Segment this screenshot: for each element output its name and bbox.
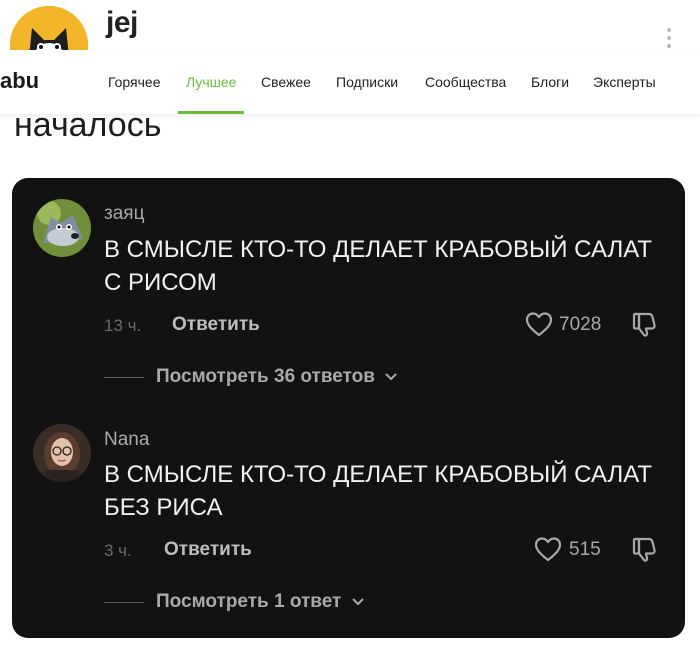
comment-time: 13 ч. xyxy=(104,316,142,335)
view-replies-label: Посмотреть 36 ответов xyxy=(156,366,375,387)
comment-author[interactable]: Nana xyxy=(104,429,149,451)
active-tab-indicator xyxy=(178,111,244,114)
chevron-down-icon xyxy=(385,373,397,381)
tab-hot[interactable]: Горячее xyxy=(108,74,161,90)
view-replies-label: Посмотреть 1 ответ xyxy=(156,591,342,612)
tab-experts[interactable]: Эксперты xyxy=(593,74,656,90)
tab-blogs[interactable]: Блоги xyxy=(531,74,569,90)
reply-button[interactable]: Ответить xyxy=(164,539,252,561)
chevron-down-icon xyxy=(351,598,364,606)
tab-fresh[interactable]: Свежее xyxy=(261,74,311,90)
comment-text: В СМЫСЛЕ КТО-ТО ДЕЛАЕТ КРАБОВЫЙ САЛАТ БЕ… xyxy=(104,461,653,521)
top-navigation: abu Горячее Лучшее Свежее Подписки Сообщ… xyxy=(0,50,700,114)
reply-button[interactable]: Ответить xyxy=(172,314,260,336)
heart-icon[interactable] xyxy=(534,536,562,562)
divider-line xyxy=(104,377,144,378)
comment-author[interactable]: заяц xyxy=(104,203,144,225)
dislike-icon[interactable] xyxy=(631,310,659,338)
comment-time: 3 ч. xyxy=(104,541,132,560)
like-count: 515 xyxy=(569,539,601,560)
view-replies-button[interactable]: Посмотреть 1 ответ xyxy=(156,591,365,613)
tab-best[interactable]: Лучшее xyxy=(186,74,236,90)
author-name[interactable]: jej xyxy=(106,6,138,40)
tab-communities[interactable]: Сообщества xyxy=(425,74,506,90)
comment-text: В СМЫСЛЕ КТО-ТО ДЕЛАЕТ КРАБОВЫЙ САЛАТ С … xyxy=(104,236,653,296)
heart-icon[interactable] xyxy=(525,311,553,337)
comment-avatar-nana xyxy=(33,424,91,482)
wolf-avatar-icon xyxy=(33,199,91,257)
dislike-icon[interactable] xyxy=(631,535,659,563)
tab-subscriptions[interactable]: Подписки xyxy=(336,74,398,90)
comments-screenshot: заяц В СМЫСЛЕ КТО-ТО ДЕЛАЕТ КРАБОВЫЙ САЛ… xyxy=(12,178,685,638)
like-count: 7028 xyxy=(559,314,602,335)
post-body-text: началось xyxy=(14,106,162,144)
site-logo[interactable]: abu xyxy=(0,68,39,94)
view-replies-button[interactable]: Посмотреть 36 ответов xyxy=(156,366,398,388)
divider-line xyxy=(104,602,144,603)
comment-avatar-zayats xyxy=(33,199,91,257)
person-avatar-icon xyxy=(33,424,91,482)
